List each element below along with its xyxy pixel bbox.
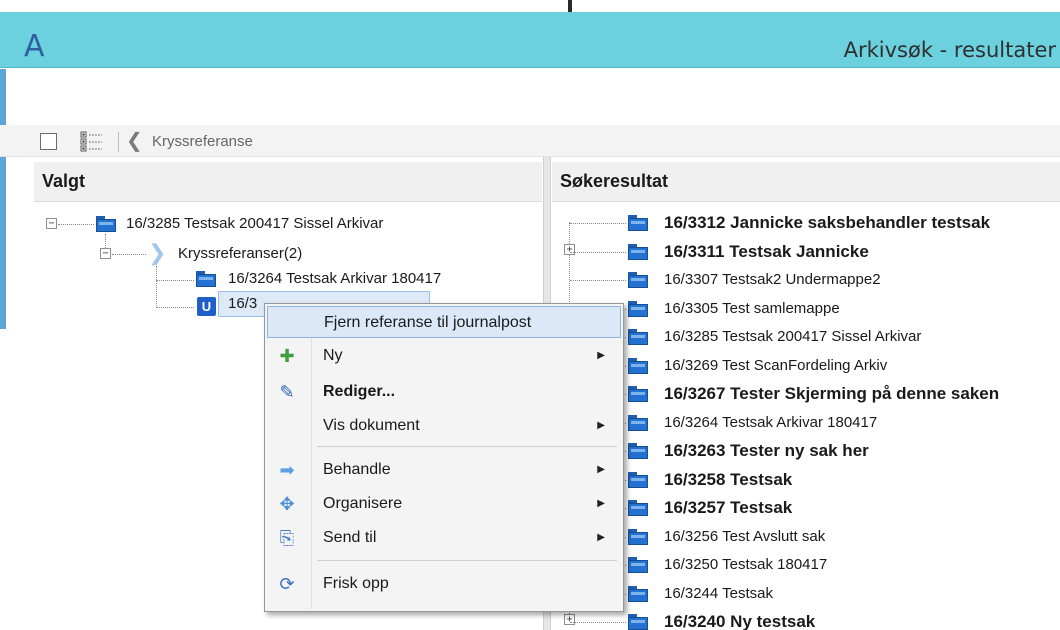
tree-connector xyxy=(112,254,146,255)
search-result-item[interactable]: 16/3244 Testsak xyxy=(664,581,773,607)
folder-icon xyxy=(628,358,648,374)
menu-item-organize[interactable]: ✥ Organisere ▶ xyxy=(267,488,621,520)
forward-arrow-icon: ➡ xyxy=(279,460,295,480)
search-result-item[interactable]: 16/3312 Jannicke saksbehandler testsak xyxy=(664,210,990,236)
submenu-arrow-icon: ▶ xyxy=(597,350,605,361)
menu-item-label: Frisk opp xyxy=(323,575,389,592)
tree-item-crossref-2[interactable]: 16/3 xyxy=(228,291,257,317)
folder-icon xyxy=(96,216,116,232)
tree-item-crossrefs[interactable]: Kryssreferanser(2) xyxy=(178,241,302,267)
journal-post-icon: U xyxy=(197,297,216,316)
folder-icon xyxy=(628,329,648,345)
tree-item-root[interactable]: 16/3285 Testsak 200417 Sissel Arkivar xyxy=(126,211,383,237)
submenu-arrow-icon: ▶ xyxy=(597,498,605,509)
folder-icon xyxy=(628,614,648,630)
menu-separator xyxy=(317,446,617,447)
tree-item-crossref-1[interactable]: 16/3264 Testsak Arkivar 180417 xyxy=(228,266,441,292)
folder-icon xyxy=(628,529,648,545)
menu-item-label: Organisere xyxy=(323,495,403,512)
tree-connector xyxy=(570,223,626,224)
ribbon-area xyxy=(0,69,1060,125)
tree-connector xyxy=(570,280,626,281)
folder-icon xyxy=(196,271,216,287)
folder-icon xyxy=(628,272,648,288)
search-results-heading: Søkeresultat xyxy=(552,162,1060,202)
menu-item-process[interactable]: ➡ Behandle ▶ xyxy=(267,454,621,486)
refresh-icon: ⟳ xyxy=(279,574,295,594)
search-result-item[interactable]: 16/3311 Testsak Jannicke xyxy=(664,239,869,265)
menu-separator xyxy=(317,560,617,561)
selected-panel-heading: Valgt xyxy=(34,162,542,202)
send-document-icon: ⎘ xyxy=(279,528,295,548)
expand-toggle[interactable]: + xyxy=(564,614,575,625)
submenu-arrow-icon: ▶ xyxy=(597,420,605,431)
top-strip xyxy=(0,0,1060,12)
tree-connector xyxy=(570,252,626,253)
folder-icon xyxy=(628,500,648,516)
back-chevron-icon[interactable]: ❮ xyxy=(126,130,143,152)
search-result-item[interactable]: 16/3257 Testsak xyxy=(664,495,792,521)
top-strip-marker xyxy=(568,0,572,12)
toolbar: ❮ Kryssreferanse xyxy=(0,125,1060,157)
folder-icon xyxy=(628,301,648,317)
side-accent-bar xyxy=(0,69,6,329)
menu-item-edit[interactable]: ✎ Rediger... xyxy=(267,376,621,408)
search-result-item[interactable]: 16/3256 Test Avslutt sak xyxy=(664,524,825,550)
search-result-item[interactable]: 16/3269 Test ScanFordeling Arkiv xyxy=(664,353,887,379)
search-result-item[interactable]: 16/3240 Ny testsak xyxy=(664,609,815,630)
pencil-icon: ✎ xyxy=(279,382,295,402)
search-result-item[interactable]: 16/3285 Testsak 200417 Sissel Arkivar xyxy=(664,324,921,350)
list-view-icon[interactable] xyxy=(80,131,104,152)
expand-toggle[interactable]: + xyxy=(564,244,575,255)
tree-connector xyxy=(156,307,194,308)
folder-icon xyxy=(628,443,648,459)
menu-item-label: Rediger... xyxy=(323,383,396,400)
menu-item-refresh[interactable]: ⟳ Frisk opp xyxy=(267,568,621,600)
select-all-checkbox[interactable] xyxy=(40,133,57,150)
collapse-toggle[interactable]: − xyxy=(100,248,111,259)
folder-icon xyxy=(628,244,648,260)
search-result-item[interactable]: 16/3305 Test samlemappe xyxy=(664,296,840,322)
title-bar: A Arkivsøk - resultater xyxy=(0,12,1060,68)
menu-item-label: Behandle xyxy=(323,461,391,478)
menu-item-label: Ny xyxy=(323,347,343,364)
folder-icon xyxy=(628,472,648,488)
breadcrumb-label[interactable]: Kryssreferanse xyxy=(152,133,253,150)
search-result-item[interactable]: 16/3267 Tester Skjerming på denne saken xyxy=(664,381,999,407)
folder-icon xyxy=(628,215,648,231)
toolbar-separator xyxy=(118,132,119,152)
tree-connector xyxy=(156,280,194,281)
folder-icon xyxy=(628,586,648,602)
folder-icon xyxy=(628,557,648,573)
submenu-arrow-icon: ▶ xyxy=(597,532,605,543)
tree-connector xyxy=(570,622,626,623)
menu-item-remove-reference[interactable]: Fjern referanse til journalpost xyxy=(267,306,621,338)
search-result-item[interactable]: 16/3258 Testsak xyxy=(664,467,792,493)
menu-item-label: Vis dokument xyxy=(323,417,420,434)
plus-icon: ✚ xyxy=(279,346,295,366)
search-result-item[interactable]: 16/3250 Testsak 180417 xyxy=(664,552,827,578)
menu-item-show-document[interactable]: Vis dokument ▶ xyxy=(267,410,621,442)
tree-connector xyxy=(156,266,157,308)
search-result-item[interactable]: 16/3263 Tester ny sak her xyxy=(664,438,869,464)
search-result-item[interactable]: 16/3264 Testsak Arkivar 180417 xyxy=(664,410,877,436)
submenu-arrow-icon: ▶ xyxy=(597,464,605,475)
collapse-toggle[interactable]: − xyxy=(46,218,57,229)
crossref-chevron-icon: ❯ xyxy=(148,240,167,265)
search-result-item[interactable]: 16/3307 Testsak2 Undermappe2 xyxy=(664,267,881,293)
menu-item-label: Send til xyxy=(323,529,377,546)
window-title: Arkivsøk - resultater xyxy=(843,38,1056,62)
context-menu: Fjern referanse til journalpost ✚ Ny ▶ ✎… xyxy=(264,303,624,612)
menu-item-send-to[interactable]: ⎘ Send til ▶ xyxy=(267,522,621,554)
folder-icon xyxy=(628,386,648,402)
menu-item-label: Fjern referanse til journalpost xyxy=(324,314,532,331)
folder-icon xyxy=(628,415,648,431)
menu-item-new[interactable]: ✚ Ny ▶ xyxy=(267,340,621,372)
tree-connector xyxy=(58,224,94,225)
move-arrows-icon: ✥ xyxy=(279,494,295,514)
app-logo-icon: A xyxy=(24,29,45,64)
